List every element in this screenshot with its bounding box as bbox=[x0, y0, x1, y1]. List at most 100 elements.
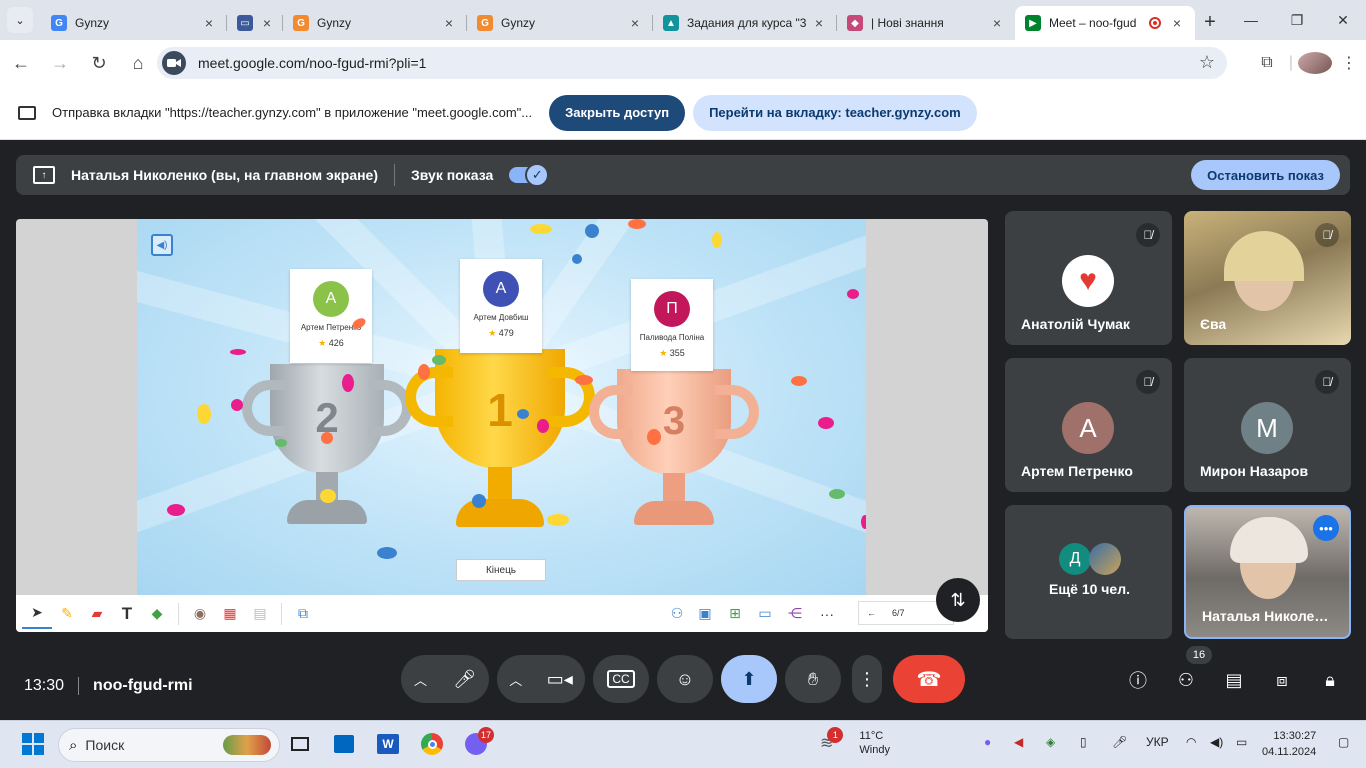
swap-layout-button[interactable]: ⇅ bbox=[936, 578, 980, 622]
stop-access-button[interactable]: Закрыть доступ bbox=[549, 94, 686, 131]
viber-tray-icon[interactable]: ● bbox=[984, 735, 991, 749]
captions-button[interactable]: CC bbox=[593, 655, 649, 703]
avatar bbox=[1089, 543, 1121, 575]
tab-meet[interactable]: ▶ Meet – noo-fgud × bbox=[1015, 6, 1195, 40]
close-window-icon[interactable]: ✕ bbox=[1320, 0, 1366, 40]
notifications-icon[interactable]: ▢ bbox=[1338, 735, 1349, 749]
close-tab-icon[interactable]: × bbox=[1169, 15, 1185, 31]
reload-button[interactable]: ↻ bbox=[81, 45, 117, 81]
back-button[interactable]: ← bbox=[3, 45, 39, 81]
close-tab-icon[interactable]: × bbox=[201, 15, 217, 31]
leave-call-button[interactable]: ☎︎ bbox=[893, 655, 965, 703]
participant-tile[interactable]: 🎙̸ М Мирон Назаров bbox=[1184, 358, 1351, 492]
raise-hand-button[interactable]: ✋︎ bbox=[785, 655, 841, 703]
widgets-tool-icon[interactable]: ⧉ bbox=[288, 599, 318, 629]
close-tab-icon[interactable]: × bbox=[627, 15, 643, 31]
shapes-tool-icon[interactable]: ◆ bbox=[142, 599, 172, 629]
layers-tool-icon[interactable]: ▦ bbox=[215, 599, 245, 629]
tab-gynzy-1[interactable]: G Gynzy × bbox=[41, 6, 227, 40]
prev-slide-icon[interactable]: ← bbox=[859, 608, 884, 618]
avatar: М bbox=[1241, 402, 1293, 454]
close-tab-icon[interactable]: × bbox=[989, 15, 1005, 31]
chevron-up-icon[interactable]: ︿ bbox=[414, 670, 427, 689]
forward-button[interactable]: → bbox=[42, 45, 78, 81]
taskbar-search[interactable]: ⌕ Поиск bbox=[58, 728, 280, 762]
pointer-tool-icon[interactable]: ➤ bbox=[22, 599, 52, 629]
extensions-puzzle-icon[interactable]: ⧉ bbox=[1250, 54, 1284, 72]
stamp-tool-icon[interactable]: ◉ bbox=[185, 599, 215, 629]
table-tool-icon[interactable]: ▤ bbox=[245, 599, 275, 629]
confetti bbox=[791, 376, 807, 386]
end-button[interactable]: Кінець bbox=[456, 559, 546, 581]
host-controls-lock-icon[interactable]: 🔒︎ bbox=[1316, 666, 1344, 694]
participant-tile[interactable]: 🎙̸ ♥ Анатолій Чумак bbox=[1005, 211, 1172, 345]
mic-tray-icon[interactable]: 🎤︎ bbox=[1112, 735, 1127, 749]
battery-icon[interactable]: ▭ bbox=[1236, 735, 1247, 749]
bookmark-star-icon[interactable]: ☆ bbox=[1199, 52, 1215, 73]
address-bar[interactable]: meet.google.com/noo-fgud-rmi?pli=1 ☆ bbox=[157, 47, 1227, 79]
task-view-icon[interactable] bbox=[286, 730, 314, 758]
users-tool-icon[interactable]: ⚇ bbox=[662, 599, 692, 629]
tab-slides[interactable]: ▭ × bbox=[227, 6, 283, 40]
word-icon[interactable]: W bbox=[374, 730, 402, 758]
more-options-button[interactable]: ⋮ bbox=[852, 655, 882, 703]
self-view-tile[interactable]: ••• Наталья Николен... bbox=[1184, 505, 1351, 639]
text-tool-icon[interactable]: T bbox=[112, 599, 142, 629]
site-camera-icon[interactable] bbox=[162, 51, 186, 75]
close-tab-icon[interactable]: × bbox=[261, 15, 273, 31]
volume-icon[interactable]: ◀︎) bbox=[1210, 735, 1223, 749]
camera-icon[interactable]: ▭◂ bbox=[547, 669, 573, 690]
close-tab-icon[interactable]: × bbox=[811, 15, 827, 31]
viber-badge: 17 bbox=[478, 727, 494, 743]
pencil-tool-icon[interactable]: ✎ bbox=[52, 599, 82, 629]
language-indicator[interactable]: УКР bbox=[1146, 735, 1169, 749]
more-participants-tile[interactable]: Д Ещё 10 чел. bbox=[1005, 505, 1172, 639]
divider bbox=[178, 602, 179, 625]
new-tab-button[interactable]: + bbox=[1195, 7, 1225, 37]
weather-widget[interactable]: ≋ 1 11°C Windy bbox=[820, 727, 890, 757]
chrome-icon[interactable] bbox=[418, 730, 446, 758]
windows-start-icon[interactable] bbox=[19, 730, 47, 758]
present-button[interactable]: ⬆︎ bbox=[721, 655, 777, 703]
profile-avatar[interactable] bbox=[1298, 52, 1332, 74]
stop-presenting-button[interactable]: Остановить показ bbox=[1191, 160, 1340, 190]
people-icon[interactable]: ⚇ bbox=[1172, 666, 1200, 694]
minimize-icon[interactable]: — bbox=[1228, 0, 1274, 40]
chat-icon[interactable]: ▤ bbox=[1220, 666, 1248, 694]
speaker-icon[interactable]: ◀) bbox=[151, 234, 173, 256]
speaker-tray-icon[interactable]: ◀︎ bbox=[1014, 735, 1023, 749]
participant-tile[interactable]: 🎙̸ Єва bbox=[1184, 211, 1351, 345]
home-button[interactable]: ⌂ bbox=[120, 45, 156, 81]
chevron-up-icon[interactable]: ︿ bbox=[509, 670, 522, 689]
tab-search-button[interactable]: ⌄ bbox=[7, 7, 33, 33]
menu-kebab-icon[interactable]: ⋮ bbox=[1332, 53, 1366, 73]
activities-icon[interactable]: ⧈ bbox=[1268, 666, 1296, 694]
reactions-button[interactable]: ☺ bbox=[657, 655, 713, 703]
tab-gynzy-3[interactable]: G Gynzy × bbox=[467, 6, 653, 40]
usb-tray-icon[interactable]: ▯ bbox=[1080, 735, 1087, 749]
tab-title: Meet – noo-fgud bbox=[1049, 16, 1137, 30]
share-sound-toggle[interactable]: ✓ bbox=[509, 163, 550, 187]
classroom-favicon-icon: ▲ bbox=[663, 15, 679, 31]
folder-icon[interactable]: ▭ bbox=[750, 599, 780, 629]
meeting-details-icon[interactable]: ⓘ bbox=[1124, 666, 1152, 694]
eraser-tool-icon[interactable]: ▰ bbox=[82, 599, 112, 629]
system-clock[interactable]: 13:30:27 04.11.2024 bbox=[1262, 728, 1316, 760]
save-tool-icon[interactable]: ▣ bbox=[690, 599, 720, 629]
add-slide-icon[interactable]: ⊞ bbox=[720, 599, 750, 629]
security-tray-icon[interactable]: ◈ bbox=[1046, 735, 1055, 749]
tab-classroom[interactable]: ▲ Задания для курса "3 × bbox=[653, 6, 837, 40]
share-icon[interactable]: ⋲ bbox=[780, 599, 810, 629]
tab-title: Задания для курса "3 bbox=[687, 16, 807, 30]
more-dots-icon[interactable]: ··· bbox=[812, 599, 842, 629]
tab-novi-znannya[interactable]: ◆ | Нові знання × bbox=[837, 6, 1015, 40]
participant-tile[interactable]: 🎙̸ А Артем Петренко bbox=[1005, 358, 1172, 492]
microphone-icon[interactable]: 🎤︎ bbox=[453, 669, 476, 690]
restore-icon[interactable]: ❐ bbox=[1274, 0, 1320, 40]
more-options-icon[interactable]: ••• bbox=[1313, 515, 1339, 541]
wifi-icon[interactable]: ◠ bbox=[1186, 735, 1196, 749]
close-tab-icon[interactable]: × bbox=[441, 15, 457, 31]
microsoft-store-icon[interactable] bbox=[330, 730, 358, 758]
go-to-tab-button[interactable]: Перейти на вкладку: teacher.gynzy.com bbox=[693, 94, 977, 131]
tab-gynzy-2[interactable]: G Gynzy × bbox=[283, 6, 467, 40]
